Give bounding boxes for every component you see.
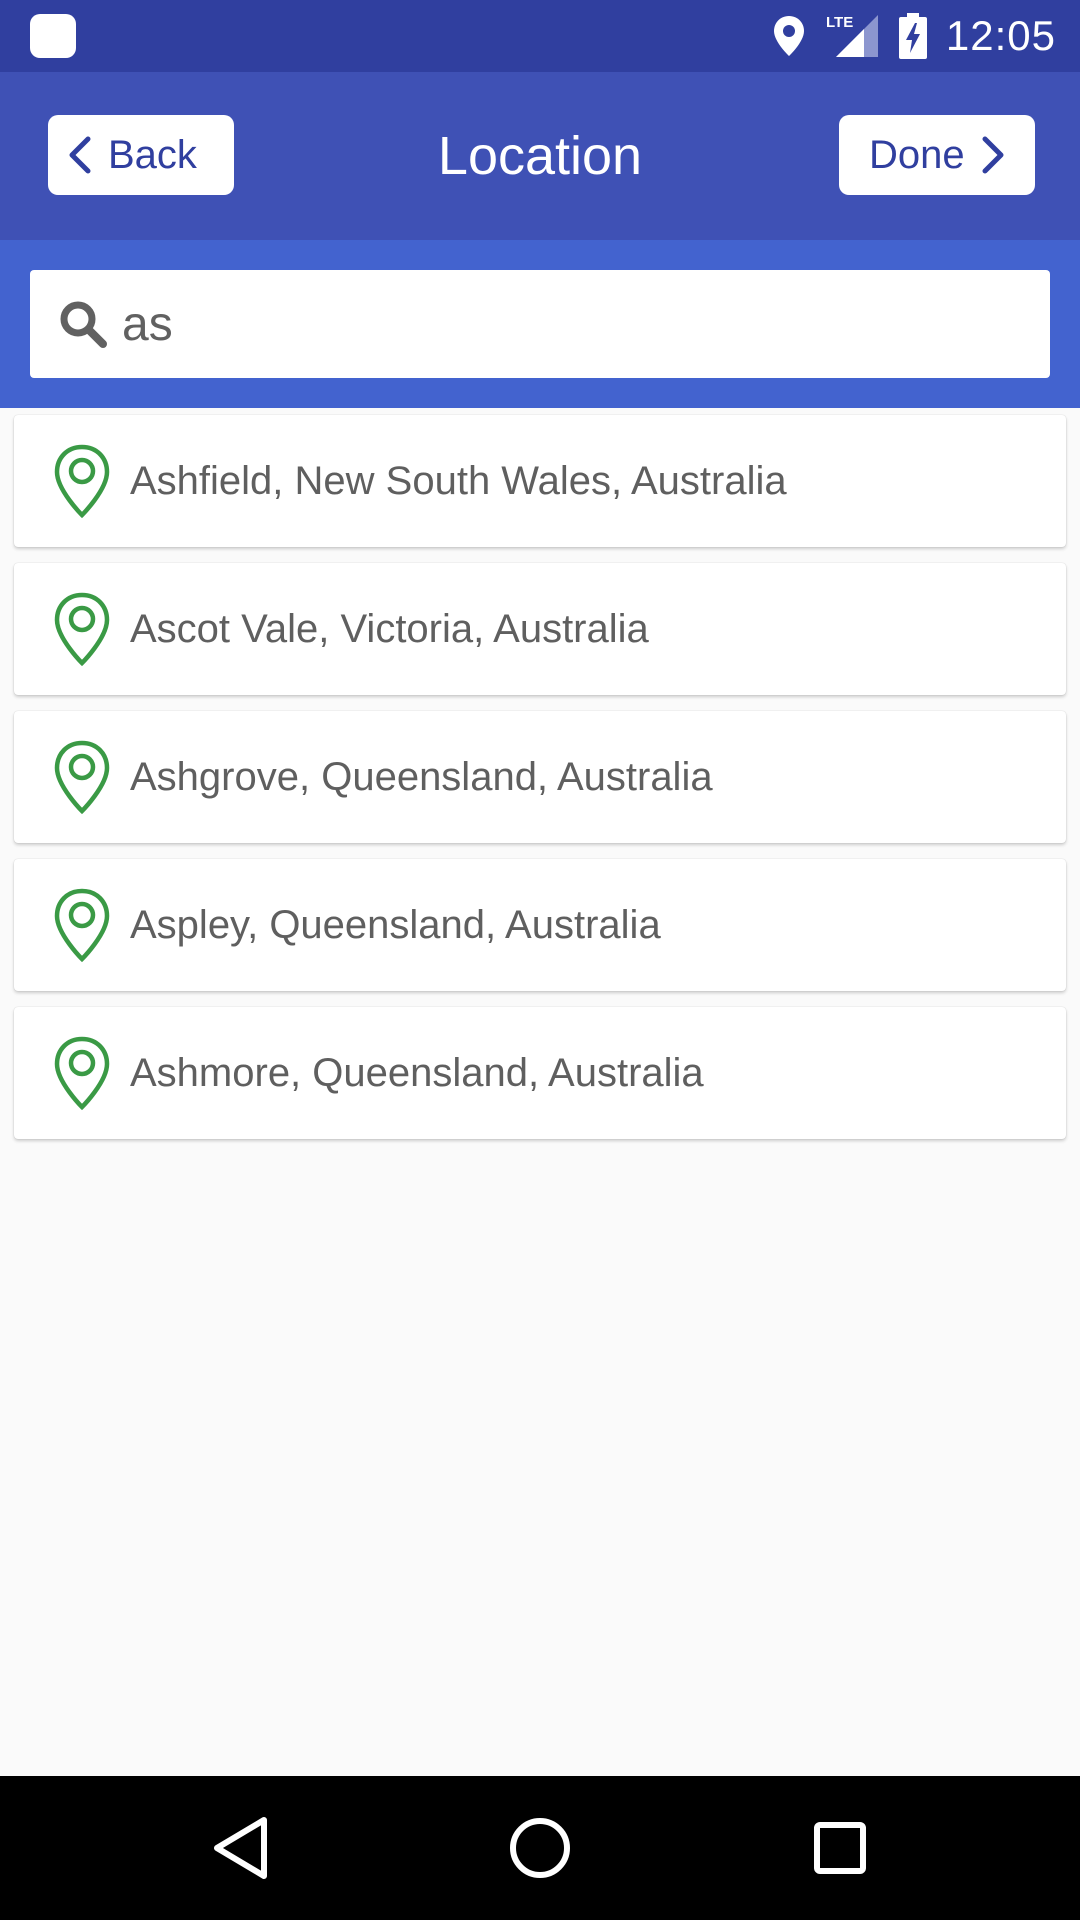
home-circle-icon <box>510 1818 570 1878</box>
search-icon <box>58 299 108 349</box>
result-label: Aspley, Queensland, Australia <box>130 902 661 947</box>
back-button-label: Back <box>108 132 197 177</box>
battery-charging-icon <box>898 12 928 60</box>
result-item-ashmore[interactable]: Ashmore, Queensland, Australia <box>14 1007 1066 1139</box>
done-button-label: Done <box>869 132 965 177</box>
back-button[interactable]: Back <box>48 115 234 195</box>
nav-recents-button[interactable] <box>804 1812 876 1884</box>
map-pin-icon <box>52 739 112 815</box>
result-label: Ashfield, New South Wales, Australia <box>130 458 787 503</box>
result-label: Ashgrove, Queensland, Australia <box>130 754 713 799</box>
result-item-ashgrove[interactable]: Ashgrove, Queensland, Australia <box>14 711 1066 843</box>
search-band <box>0 240 1080 408</box>
back-triangle-icon <box>214 1817 267 1879</box>
app-square-icon <box>30 14 76 58</box>
system-nav-bar <box>0 1776 1080 1920</box>
search-box[interactable] <box>30 270 1050 378</box>
location-icon <box>772 14 806 58</box>
results-list: Ashfield, New South Wales, Australia Asc… <box>14 415 1066 1155</box>
status-time: 12:05 <box>945 12 1056 59</box>
map-pin-icon <box>52 887 112 963</box>
result-label: Ascot Vale, Victoria, Australia <box>130 606 649 651</box>
chevron-left-icon <box>69 136 91 174</box>
result-item-aspley[interactable]: Aspley, Queensland, Australia <box>14 859 1066 991</box>
lte-signal-icon: LTE <box>824 13 880 59</box>
chevron-right-icon <box>982 136 1004 174</box>
done-button[interactable]: Done <box>839 115 1035 195</box>
status-icons: LTE 12:05 <box>772 0 1056 72</box>
search-input[interactable] <box>122 296 1002 352</box>
network-label: LTE <box>826 14 853 31</box>
result-item-ashfield[interactable]: Ashfield, New South Wales, Australia <box>14 415 1066 547</box>
status-bar: LTE 12:05 <box>0 0 1080 72</box>
map-pin-icon <box>52 1035 112 1111</box>
recents-square-icon <box>814 1822 866 1874</box>
map-pin-icon <box>52 443 112 519</box>
map-pin-icon <box>52 591 112 667</box>
result-label: Ashmore, Queensland, Australia <box>130 1050 704 1095</box>
nav-back-button[interactable] <box>204 1812 276 1884</box>
app-header: Location Back Done <box>0 72 1080 240</box>
nav-home-button[interactable] <box>504 1812 576 1884</box>
result-item-ascot-vale[interactable]: Ascot Vale, Victoria, Australia <box>14 563 1066 695</box>
